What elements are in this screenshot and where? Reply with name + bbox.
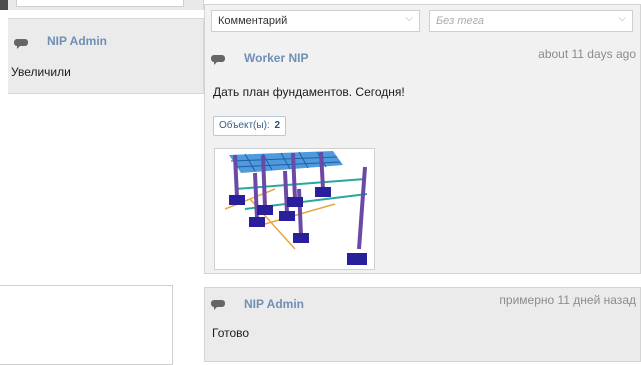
chat-bubble-icon — [14, 39, 28, 49]
comment-thread-panel: Комментарий ⌵ Без тега ⌵ Worker NIP abou… — [204, 4, 641, 274]
chevron-down-icon: ⌵ — [405, 13, 413, 24]
comment-type-select[interactable]: Комментарий ⌵ — [211, 10, 420, 32]
comment-text: Готово — [212, 326, 250, 340]
chat-bubble-icon — [211, 300, 225, 310]
comment-timestamp: примерно 11 дней назад — [499, 293, 636, 307]
comment-text: Увеличили — [11, 65, 71, 79]
attachment-thumbnail[interactable] — [214, 148, 375, 270]
left-comment-card: NIP Admin Увеличили — [8, 18, 204, 94]
objects-label: Объект(ы): — [219, 120, 270, 131]
comment-text: Дать план фундаментов. Сегодня! — [213, 85, 405, 99]
comment-author-link[interactable]: NIP Admin — [47, 34, 107, 48]
chevron-down-icon: ⌵ — [618, 13, 626, 24]
comment-card: NIP Admin примерно 11 дней назад Готово — [204, 287, 641, 362]
comment-timestamp: about 11 days ago — [538, 47, 636, 61]
objects-link[interactable]: Объект(ы): 2 — [213, 116, 287, 136]
comment-author-link[interactable]: NIP Admin — [244, 297, 304, 311]
tag-select[interactable]: Без тега ⌵ — [429, 10, 633, 32]
tag-value: Без тега — [436, 15, 485, 27]
left-top-field[interactable] — [16, 0, 184, 7]
left-empty-panel — [0, 285, 173, 365]
3d-model-image — [215, 149, 374, 269]
objects-count: 2 — [274, 120, 281, 131]
comment-type-value: Комментарий — [218, 15, 288, 27]
comment-author-link[interactable]: Worker NIP — [244, 51, 308, 65]
chat-bubble-icon — [211, 55, 225, 65]
